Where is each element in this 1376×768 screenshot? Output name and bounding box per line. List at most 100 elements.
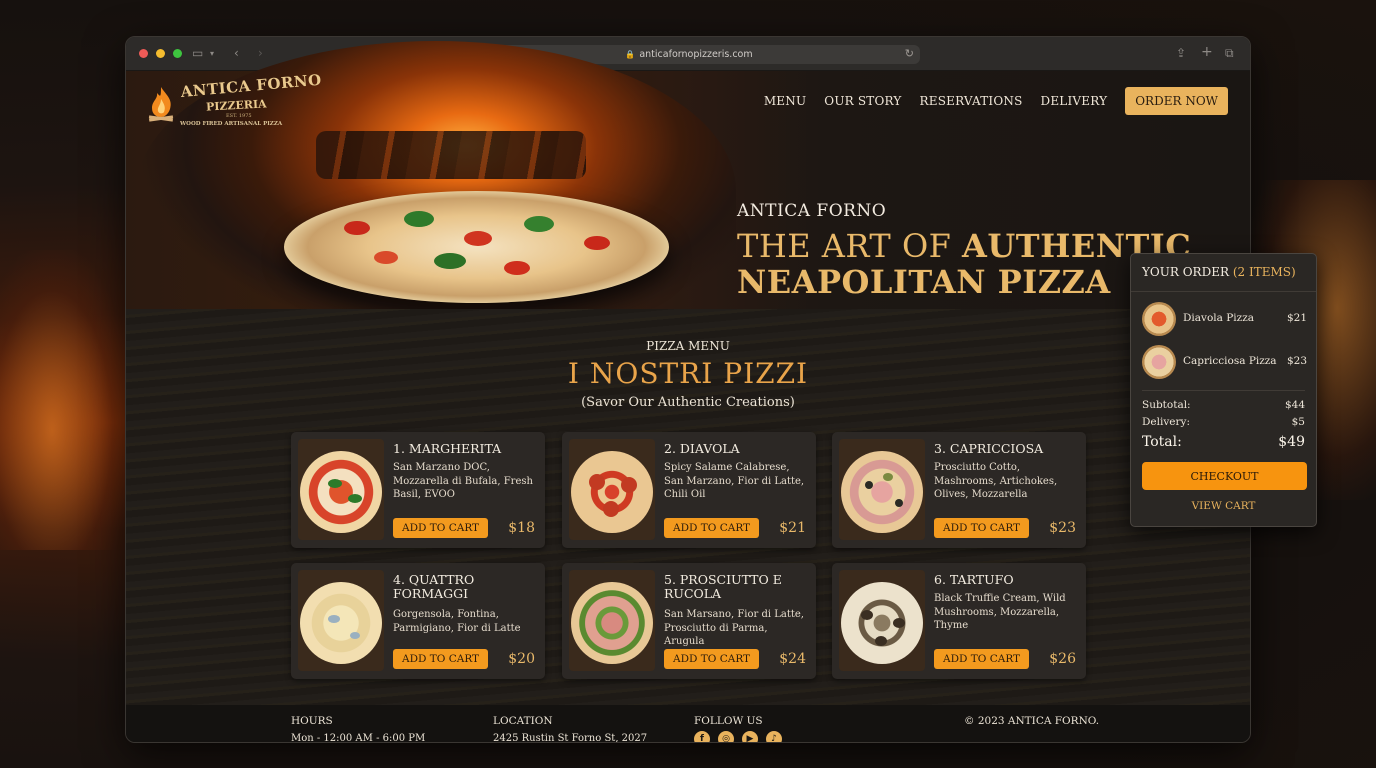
menu-card-margherita: 1. MARGHERITA San Marzano DOC, Mozzarell… [291,432,545,548]
item-description: San Marsano, Fior di Latte, Prosciutto d… [664,609,804,647]
prosciutto-e-rucola-image [569,570,655,671]
menu-title: I NOSTRI PIZZI [567,357,809,390]
tiktok-icon[interactable]: ♪ [766,731,782,742]
item-price: $20 [508,651,535,667]
menu-card-capricciosa: 3. CAPRICCIOSA Prosciutto Cotto, Mashroo… [832,432,1086,548]
add-to-cart-button[interactable]: ADD TO CART [934,649,1030,669]
total-label: Total: [1142,434,1182,450]
nav-item-menu[interactable]: MENU [764,94,806,108]
order-panel: YOUR ORDER (2 ITEMS) Diavola Pizza $21 C… [1130,253,1317,527]
hero-title: THE ART OF AUTHENTIC NEAPOLITAN PIZZA [737,228,1191,300]
add-to-cart-button[interactable]: ADD TO CART [393,649,489,669]
item-description: Gorgensola, Fontina, Parmigiano, Fior di… [393,609,521,634]
cart-item-price: $21 [1286,312,1307,324]
tartufo-image [839,570,925,671]
minimize-window-button[interactable] [156,49,165,58]
brand-sub: PIZZERIA [205,97,267,114]
brand-logo[interactable]: ANTICA FORNO PIZZERIA EST. 1975 WOOD FIR… [146,71,322,127]
subtotal-row: Subtotal: $44 [1142,399,1305,411]
checkout-button[interactable]: CHECKOUT [1142,462,1307,490]
item-name: 5. PROSCIUTTO E RUCOLA [664,572,782,601]
item-name: 1. MARGHERITA [393,441,502,456]
add-to-cart-button[interactable]: ADD TO CART [934,518,1030,538]
lock-icon: 🔒 [625,50,636,59]
location-label: LOCATION [493,715,553,727]
menu-card-diavola: 2. DIAVOLA Spicy Salame Calabrese, San M… [562,432,816,548]
back-arrow-icon[interactable]: ‹ [234,46,239,60]
footer: HOURS Mon - 12:00 AM - 6:00 PM LOCATION … [126,705,1250,743]
quattro-formaggi-image [298,570,384,671]
nav-item-delivery[interactable]: DELIVERY [1041,94,1108,108]
footer-hours: HOURS Mon - 12:00 AM - 6:00 PM [291,715,425,742]
url-text: anticafornopizzeris.com [639,49,753,60]
delivery-label: Delivery: [1142,416,1190,428]
total-value: $49 [1278,434,1305,450]
browser-window: ▭ ▾ ‹ › ◐ 🔒 anticafornopizzeris.com ↻ ⇪ … [125,36,1251,743]
divider [1142,390,1305,391]
item-description: Black Truffie Cream, Wild Mushrooms, Moz… [934,593,1066,631]
order-title: YOUR ORDER [1142,265,1230,279]
flame-icon [148,87,174,122]
subtotal-label: Subtotal: [1142,399,1191,411]
location-value: 2425 Rustin St Forno St, 2027 [493,733,648,743]
cart-item[interactable]: Capricciosa Pizza $23 [1142,345,1307,379]
copyright: © 2023 ANTICA FORNO. [964,715,1100,727]
menu-subtitle: (Savor Our Authentic Creations) [581,395,795,410]
instagram-icon[interactable]: ◎ [718,731,734,742]
reload-icon[interactable]: ↻ [905,47,914,60]
cart-item-name: Diavola Pizza [1183,312,1254,324]
order-count: (2 ITEMS) [1232,265,1296,279]
footer-follow: FOLLOW US f ◎ ▶ ♪ [694,715,782,742]
add-to-cart-button[interactable]: ADD TO CART [393,518,489,538]
item-name: 6. TARTUFO [934,572,1014,587]
margherita-image [298,439,384,540]
item-name: 2. DIAVOLA [664,441,740,456]
cart-item-thumbnail [1142,345,1176,379]
window-controls [139,49,182,58]
menu-card-quattro-formaggi: 4. QUATTRO FORMAGGI Gorgensola, Fontina,… [291,563,545,679]
item-name: 4. QUATTRO FORMAGGI [393,572,475,601]
hours-label: HOURS [291,715,333,727]
item-price: $21 [779,520,806,536]
capricciosa-image [839,439,925,540]
close-window-button[interactable] [139,49,148,58]
item-price: $26 [1049,651,1076,667]
follow-label: FOLLOW US [694,715,763,727]
view-cart-link[interactable]: VIEW CART [1131,500,1316,512]
sidebar-toggle-icon[interactable]: ▭ [192,46,203,60]
youtube-icon[interactable]: ▶ [742,731,758,742]
item-description: San Marzano DOC, Mozzarella di Bufala, F… [393,462,533,500]
hero-kicker: ANTICA FORNO [737,201,887,221]
cart-item[interactable]: Diavola Pizza $21 [1142,302,1307,336]
item-description: Prosciutto Cotto, Mashrooms, Artichokes,… [934,462,1058,500]
item-price: $18 [508,520,535,536]
nav-item-our-story[interactable]: OUR STORY [824,94,901,108]
footer-location: LOCATION 2425 Rustin St Forno St, 2027 [493,715,648,743]
item-price: $23 [1049,520,1076,536]
cart-item-price: $23 [1286,355,1307,367]
brand-tagline: WOOD FIRED ARTISANAL PIZZA [180,121,283,127]
tabs-overview-icon[interactable]: ⧉ [1225,46,1234,61]
facebook-icon[interactable]: f [694,731,710,742]
forward-arrow-icon[interactable]: › [258,46,263,60]
main-nav: MENU OUR STORY RESERVATIONS DELIVERY ORD… [764,87,1228,115]
total-row: Total: $49 [1142,434,1305,450]
item-price: $24 [779,651,806,667]
maximize-window-button[interactable] [173,49,182,58]
order-now-button[interactable]: ORDER NOW [1125,87,1228,115]
item-description: Spicy Salame Calabrese, San Marzano, Fio… [664,462,805,500]
cart-item-thumbnail [1142,302,1176,336]
hero-section: ANTICA FORNO PIZZERIA EST. 1975 WOOD FIR… [126,41,1250,341]
new-tab-icon[interactable]: + [1201,44,1213,60]
share-icon[interactable]: ⇪ [1176,46,1186,60]
chevron-down-icon[interactable]: ▾ [210,49,214,58]
add-to-cart-button[interactable]: ADD TO CART [664,518,760,538]
background-fire-left [0,250,130,550]
menu-section: PIZZA MENU I NOSTRI PIZZI (Savor Our Aut… [126,309,1250,707]
add-to-cart-button[interactable]: ADD TO CART [664,649,760,669]
nav-item-reservations[interactable]: RESERVATIONS [920,94,1023,108]
delivery-row: Delivery: $5 [1142,416,1305,428]
menu-card-tartufo: 6. TARTUFO Black Truffie Cream, Wild Mus… [832,563,1086,679]
brand-established: EST. 1975 [226,113,252,119]
social-links: f ◎ ▶ ♪ [694,731,782,742]
